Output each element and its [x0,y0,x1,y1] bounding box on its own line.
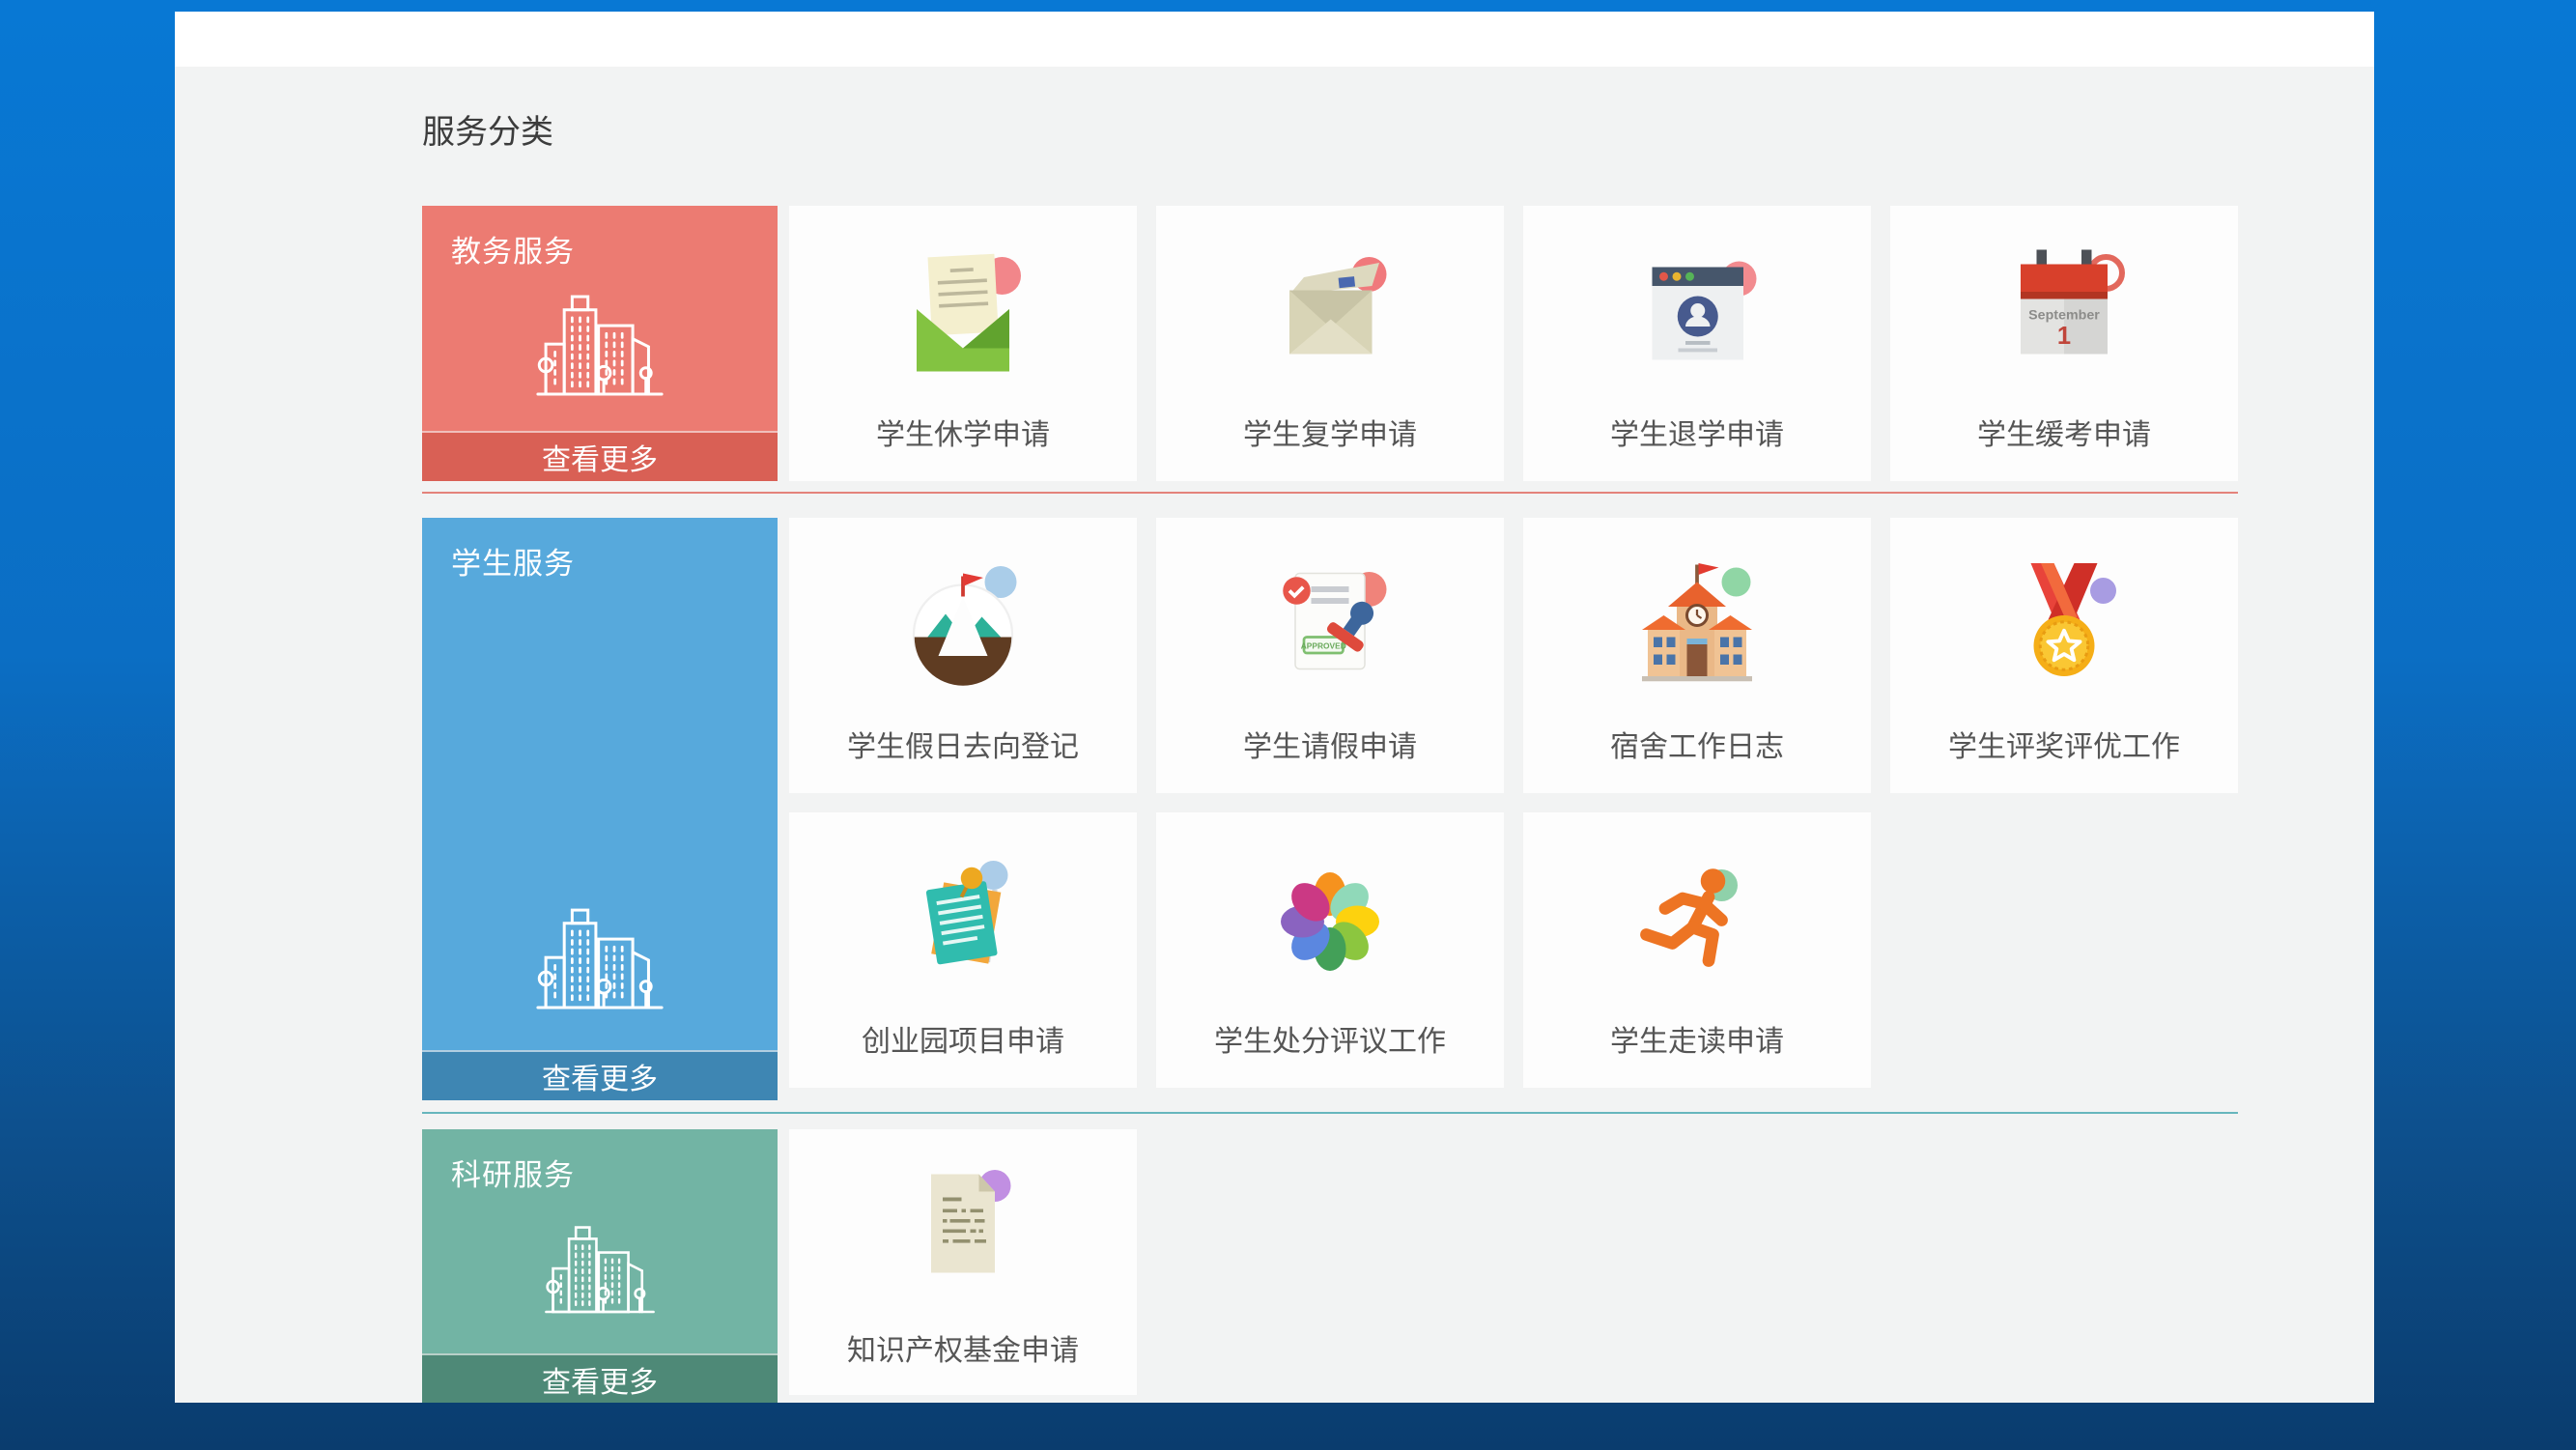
service-card-sushe[interactable]: 宿舍工作日志 [1523,518,1871,793]
service-card-xiuxue[interactable]: 学生休学申请 [789,206,1137,481]
sealed-envelope-icon [1258,242,1402,387]
notepad-pin-icon [891,849,1035,994]
card-rows: 学生休学申请 学生复学申请 [789,206,2238,481]
view-more-label: 查看更多 [542,1055,658,1097]
service-card-label: 学生走读申请 [1610,1017,1784,1060]
category-block-research: 科研服务 [422,1129,778,1403]
service-card-chufen[interactable]: 学生处分评议工作 [1156,812,1504,1088]
category-block-body: 科研服务 [422,1129,778,1353]
service-card-label: 学生缓考申请 [1977,411,2151,453]
card-rows: 学生假日去向登记 APPROVED [789,518,2238,1088]
service-card-label: 知识产权基金申请 [847,1326,1079,1369]
service-portal-page: 服务分类 教务服务 [175,12,2374,1403]
view-more-button[interactable]: 查看更多 [422,1050,778,1100]
document-icon [891,1158,1035,1303]
category-label: 教务服务 [451,227,749,270]
calendar-icon: September 1 [1992,242,2137,387]
service-card-label: 学生评奖评优工作 [1948,723,2180,765]
running-person-icon [1625,849,1769,994]
category-label: 学生服务 [451,539,749,583]
service-card-label: 创业园项目申请 [862,1017,1064,1060]
service-card-pingjiang[interactable]: 学生评奖评优工作 [1890,518,2238,793]
category-block-academic: 教务服务 [422,206,778,481]
view-more-button[interactable]: 查看更多 [422,431,778,481]
calendar-month-text: September [2028,308,2100,324]
view-more-label: 查看更多 [542,1358,658,1401]
category-block-body: 教务服务 [422,206,778,431]
calendar-day-text: 1 [2057,323,2071,350]
service-card-label: 学生处分评议工作 [1214,1017,1446,1060]
page-title: 服务分类 [422,105,2374,153]
view-more-button[interactable]: 查看更多 [422,1353,778,1403]
medal-icon [1992,554,2137,699]
section-academic-services: 教务服务 [422,206,2238,481]
service-card-label: 宿舍工作日志 [1610,723,1784,765]
school-building-icon [1625,554,1769,699]
card-rows: 知识产权基金申请 [789,1129,1137,1395]
service-card-label: 学生请假申请 [1243,723,1417,765]
service-card-label: 学生退学申请 [1610,411,1784,453]
service-card-jiari[interactable]: 学生假日去向登记 [789,518,1137,793]
card-row: 学生休学申请 学生复学申请 [789,206,2238,481]
card-row: 学生假日去向登记 APPROVED [789,518,2238,793]
mountain-flag-icon [891,554,1035,699]
service-card-chuangye[interactable]: 创业园项目申请 [789,812,1137,1088]
service-card-label: 学生复学申请 [1243,411,1417,453]
section-divider-red [422,492,2238,494]
desktop-background: 服务分类 教务服务 [0,0,2576,1450]
browser-profile-icon [1625,242,1769,387]
category-block-body: 学生服务 [422,518,778,1050]
card-row: 创业园项目申请 [789,812,2238,1088]
service-card-qingjia[interactable]: APPROVED 学生请假申请 [1156,518,1504,793]
service-card-fuxue[interactable]: 学生复学申请 [1156,206,1504,481]
service-card-zhishichanquan[interactable]: 知识产权基金申请 [789,1129,1137,1395]
view-more-label: 查看更多 [542,436,658,478]
city-buildings-icon [518,1211,682,1337]
approved-stamp-icon: APPROVED [1258,554,1402,699]
pinwheel-icon [1258,849,1402,994]
category-block-student: 学生服务 [422,518,778,1100]
envelope-letter-icon [891,242,1035,387]
card-row: 知识产权基金申请 [789,1129,1137,1395]
approved-stamp-text: APPROVED [1301,641,1346,651]
service-card-tuixue[interactable]: 学生退学申请 [1523,206,1871,481]
page-header-bar [175,12,2374,67]
main-content: 服务分类 教务服务 [175,105,2374,1403]
service-card-huankao[interactable]: September 1 学生缓考申请 [1890,206,2238,481]
service-card-label: 学生休学申请 [876,411,1050,453]
service-card-label: 学生假日去向登记 [847,723,1079,765]
category-label: 科研服务 [451,1151,749,1194]
city-buildings-icon [518,892,682,1037]
city-buildings-icon [518,278,682,423]
section-divider-teal [422,1112,2238,1114]
section-research-services: 科研服务 [422,1129,2238,1403]
section-student-services: 学生服务 [422,518,2238,1100]
service-card-zoudu[interactable]: 学生走读申请 [1523,812,1871,1088]
